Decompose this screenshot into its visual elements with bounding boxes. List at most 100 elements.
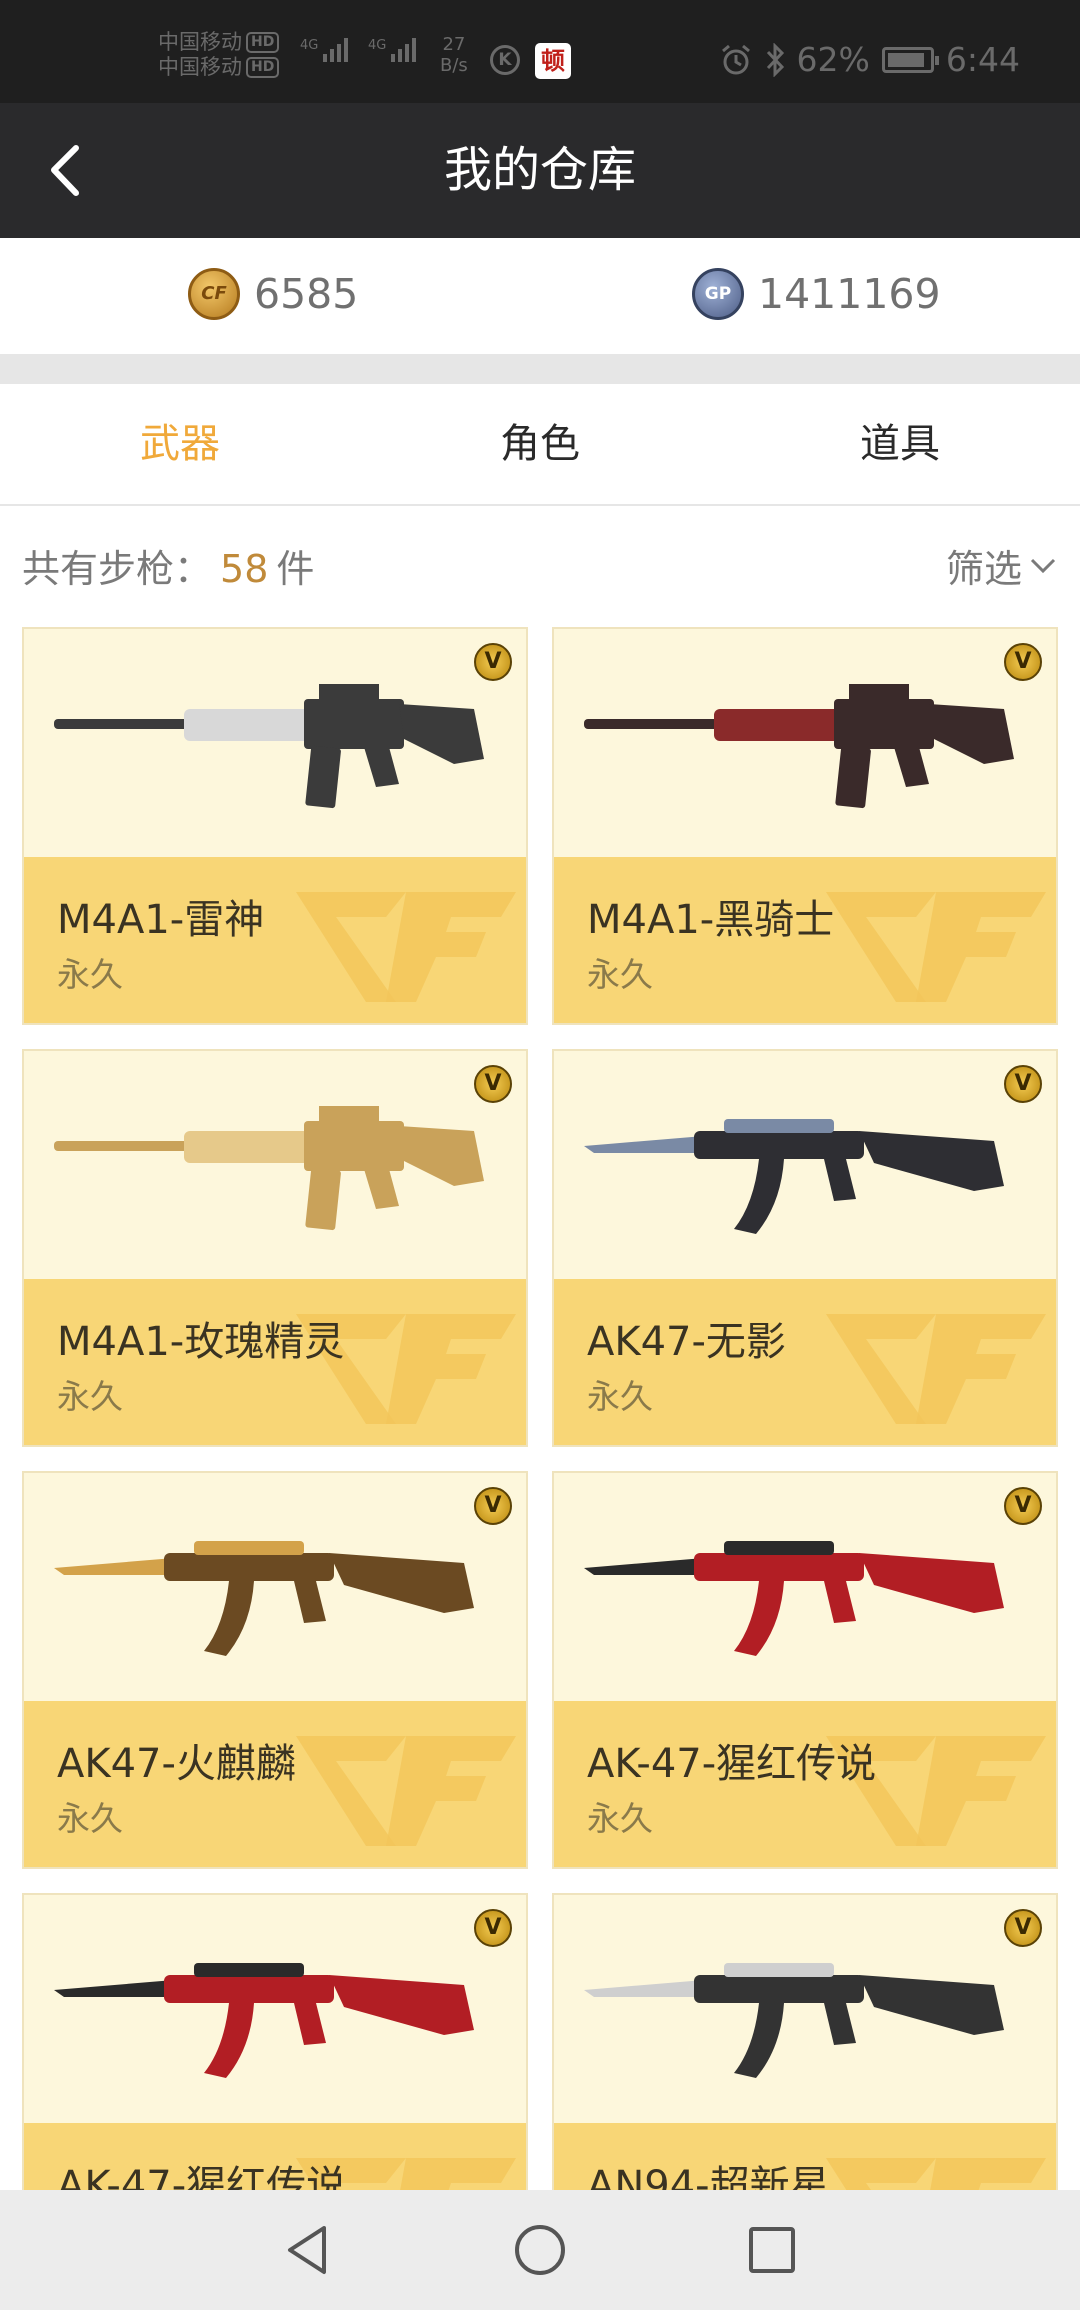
app-notification-icon: 顿 bbox=[535, 43, 571, 79]
weapon-card[interactable]: V AK47-无影 永久 bbox=[552, 1049, 1058, 1447]
weapon-card[interactable]: V AK-47-猩红传说 永久 bbox=[22, 1893, 528, 2190]
category-tabs: 武器 角色 道具 bbox=[0, 384, 1080, 506]
weapon-image-area bbox=[554, 1895, 1056, 2123]
title-bar: 我的仓库 bbox=[0, 103, 1080, 238]
weapon-name: AN94-超新星 bbox=[587, 2163, 830, 2190]
cf-watermark-icon bbox=[826, 892, 1046, 1002]
tab-items[interactable]: 道具 bbox=[720, 384, 1080, 504]
weapon-info: M4A1-黑骑士 永久 bbox=[554, 857, 1056, 1023]
net-speed: 27 B/s bbox=[440, 34, 468, 76]
cf-points-value: 6585 bbox=[254, 270, 359, 318]
weapon-duration: 永久 bbox=[57, 1377, 123, 1416]
weapon-image-area bbox=[24, 1473, 526, 1701]
vip-badge-icon: V bbox=[474, 1065, 512, 1103]
nav-recents-button[interactable] bbox=[742, 2220, 802, 2280]
vip-badge-icon: V bbox=[474, 1909, 512, 1947]
weapon-card[interactable]: V AK-47-猩红传说 永久 bbox=[552, 1471, 1058, 1869]
nav-back-button[interactable] bbox=[278, 2220, 338, 2280]
rifle-image bbox=[584, 684, 1014, 809]
carrier-2: 中国移动 bbox=[158, 55, 242, 79]
signal-icon: 4G bbox=[300, 38, 349, 62]
carrier-info: 中国移动 HD 中国移动 HD bbox=[158, 30, 280, 80]
weapon-duration: 永久 bbox=[587, 1377, 653, 1416]
weapon-image-area bbox=[554, 1051, 1056, 1279]
recents-square-icon bbox=[749, 2227, 795, 2273]
rifle-image bbox=[584, 1541, 1004, 1656]
chevron-down-icon bbox=[1030, 558, 1056, 573]
hd-badge: HD bbox=[246, 32, 280, 53]
weapon-info: AK47-无影 永久 bbox=[554, 1279, 1056, 1445]
weapon-name: M4A1-玫瑰精灵 bbox=[57, 1319, 345, 1365]
weapon-image-area bbox=[24, 1895, 526, 2123]
currency-row: 6585 1411169 bbox=[0, 238, 1080, 354]
cf-points: 6585 bbox=[188, 268, 358, 320]
battery-percent: 62% bbox=[796, 40, 870, 79]
weapon-name: M4A1-雷神 bbox=[57, 897, 265, 943]
bluetooth-icon bbox=[766, 42, 784, 77]
status-right: 62% 6:44 bbox=[719, 40, 1020, 79]
gp-coin-icon bbox=[692, 268, 744, 320]
vip-badge-icon: V bbox=[1004, 1487, 1042, 1525]
weapon-card[interactable]: V M4A1-雷神 永久 bbox=[22, 627, 528, 1025]
status-bar: 中国移动 HD 中国移动 HD 4G 4G 27 B/s K 顿 62% 6:44 bbox=[0, 0, 1080, 103]
cf-coin-icon bbox=[188, 268, 240, 320]
rifle-image bbox=[54, 1541, 474, 1656]
section-divider bbox=[0, 354, 1080, 384]
vip-badge-icon: V bbox=[1004, 1909, 1042, 1947]
vip-badge-icon: V bbox=[474, 643, 512, 681]
rifle-image bbox=[54, 684, 484, 809]
filter-label: 筛选 bbox=[945, 547, 1022, 591]
summary-suffix: 件 bbox=[276, 547, 315, 591]
vip-badge-icon: V bbox=[1004, 1065, 1042, 1103]
weapon-card[interactable]: V AN94-超新星 永久 bbox=[552, 1893, 1058, 2190]
weapon-name: AK-47-猩红传说 bbox=[587, 1741, 877, 1787]
weapon-name: AK47-无影 bbox=[587, 1319, 786, 1365]
rifle-image bbox=[54, 1963, 474, 2078]
weapon-image-area bbox=[24, 629, 526, 857]
rifle-image bbox=[584, 1119, 1004, 1234]
vip-badge-icon: V bbox=[1004, 643, 1042, 681]
tab-weapons[interactable]: 武器 bbox=[0, 384, 360, 504]
weapon-grid: V M4A1-雷神 永久 V M4A1-黑骑士 永久 V M4A1-玫瑰精灵 永… bbox=[22, 627, 1058, 2190]
vip-badge-icon: V bbox=[474, 1487, 512, 1525]
weapon-name: M4A1-黑骑士 bbox=[587, 897, 835, 943]
weapon-info: AN94-超新星 永久 bbox=[554, 2123, 1056, 2190]
rifle-count: 58 bbox=[220, 547, 269, 591]
weapon-image-area bbox=[24, 1051, 526, 1279]
weapon-image-area bbox=[554, 629, 1056, 857]
tab-characters[interactable]: 角色 bbox=[360, 384, 720, 504]
k-icon: K bbox=[490, 45, 520, 75]
gp-points: 1411169 bbox=[692, 268, 941, 320]
nav-home-button[interactable] bbox=[510, 2220, 570, 2280]
battery-icon bbox=[881, 46, 939, 73]
weapon-name: AK-47-猩红传说 bbox=[57, 2163, 347, 2190]
alarm-icon bbox=[721, 44, 750, 74]
cf-watermark-icon bbox=[296, 892, 516, 1002]
system-nav-bar bbox=[0, 2190, 1080, 2310]
weapon-duration: 永久 bbox=[587, 1799, 653, 1838]
summary-prefix: 共有步枪： bbox=[22, 547, 213, 591]
cf-watermark-icon bbox=[826, 1314, 1046, 1424]
carrier-1: 中国移动 bbox=[158, 30, 242, 54]
weapon-duration: 永久 bbox=[587, 955, 653, 994]
cf-watermark-icon bbox=[296, 1736, 516, 1846]
weapon-info: AK-47-猩红传说 永久 bbox=[24, 2123, 526, 2190]
filter-button[interactable]: 筛选 bbox=[946, 538, 1058, 593]
weapon-duration: 永久 bbox=[57, 1799, 123, 1838]
clock: 6:44 bbox=[945, 40, 1020, 79]
weapon-image-area bbox=[554, 1473, 1056, 1701]
weapon-name: AK47-火麒麟 bbox=[57, 1741, 296, 1787]
weapon-info: AK47-火麒麟 永久 bbox=[24, 1701, 526, 1867]
gp-value: 1411169 bbox=[758, 270, 941, 318]
weapon-info: AK-47-猩红传说 永久 bbox=[554, 1701, 1056, 1867]
weapon-info: M4A1-玫瑰精灵 永久 bbox=[24, 1279, 526, 1445]
rifle-count-summary: 共有步枪： 58 件 bbox=[22, 538, 314, 593]
weapon-card[interactable]: V M4A1-黑骑士 永久 bbox=[552, 627, 1058, 1025]
rifle-image bbox=[584, 1963, 1004, 2078]
weapon-card[interactable]: V AK47-火麒麟 永久 bbox=[22, 1471, 528, 1869]
rifle-image bbox=[54, 1106, 484, 1231]
weapon-info: M4A1-雷神 永久 bbox=[24, 857, 526, 1023]
weapon-card[interactable]: V M4A1-玫瑰精灵 永久 bbox=[22, 1049, 528, 1447]
weapon-duration: 永久 bbox=[57, 955, 123, 994]
back-triangle-icon bbox=[288, 2226, 326, 2274]
